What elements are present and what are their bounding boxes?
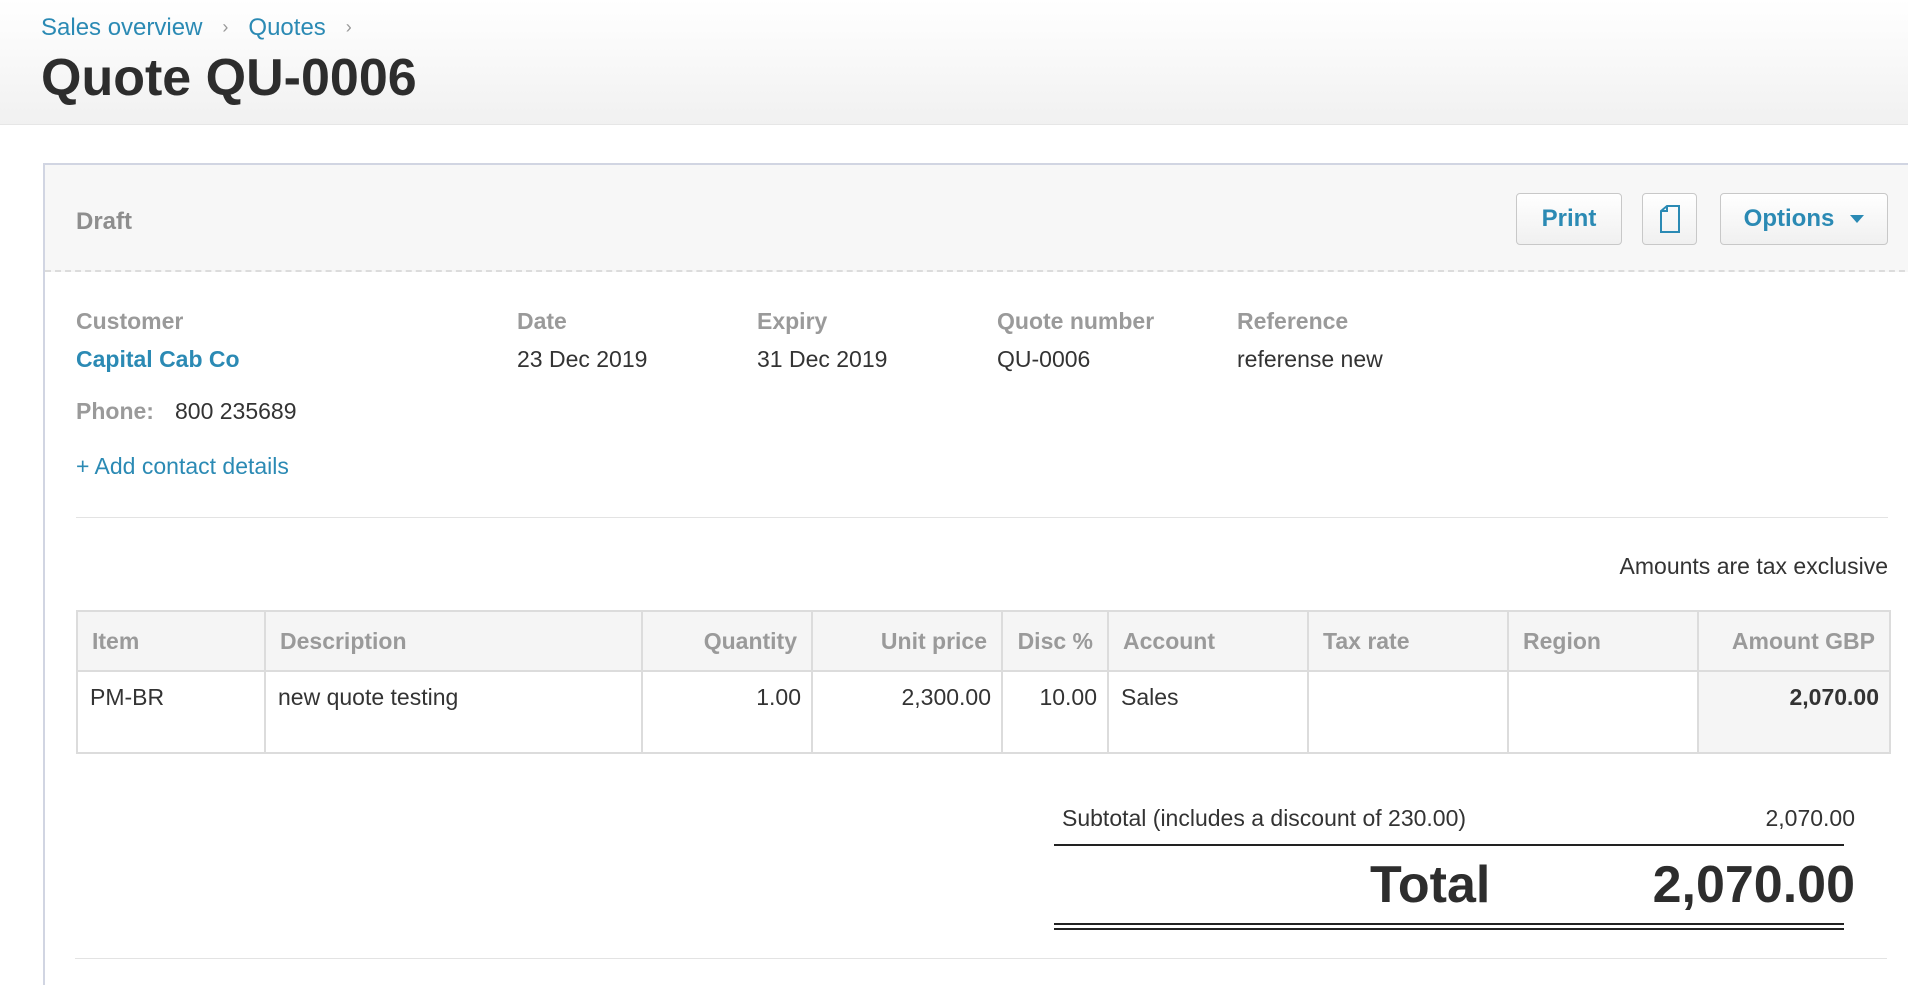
copy-button[interactable]	[1642, 193, 1697, 245]
col-header-disc[interactable]: Disc %	[1001, 610, 1109, 672]
total-double-rule-bottom	[1054, 928, 1844, 930]
options-button-label: Options	[1743, 205, 1835, 232]
cell-quantity[interactable]: 1.00	[641, 670, 813, 754]
add-contact-details-link[interactable]: + Add contact details	[76, 453, 289, 480]
caret-down-icon	[1850, 215, 1865, 223]
print-button[interactable]: Print	[1516, 193, 1622, 245]
cell-account[interactable]: Sales	[1107, 670, 1309, 754]
print-button-label: Print	[1541, 205, 1597, 232]
table-row[interactable]: PM-BR new quote testing 1.00 2,300.00 10…	[76, 670, 1891, 754]
quote-toolbar: Draft Print Options	[45, 165, 1908, 272]
bottom-divider	[75, 958, 1887, 959]
status-label: Draft	[76, 208, 133, 235]
col-header-description[interactable]: Description	[264, 610, 643, 672]
total-double-rule-top	[1054, 923, 1844, 925]
customer-name-link[interactable]: Capital Cab Co	[76, 346, 240, 373]
col-header-region[interactable]: Region	[1507, 610, 1699, 672]
chevron-right-icon: ›	[345, 16, 352, 37]
col-header-quantity[interactable]: Quantity	[641, 610, 813, 672]
customer-label: Customer	[76, 308, 184, 334]
cell-tax-rate[interactable]	[1307, 670, 1509, 754]
chevron-right-icon: ›	[222, 16, 229, 37]
phone-label: Phone:	[76, 398, 154, 424]
quote-number-value: QU-0006	[997, 346, 1091, 372]
total-label: Total	[1370, 856, 1491, 914]
total-divider	[1054, 844, 1844, 846]
copy-icon	[1659, 205, 1680, 233]
quote-panel: Draft Print Options Customer Capital Cab…	[43, 163, 1908, 985]
cell-amount: 2,070.00	[1697, 670, 1891, 754]
table-header-row: Item Description Quantity Unit price Dis…	[76, 610, 1891, 672]
cell-description[interactable]: new quote testing	[264, 670, 643, 754]
reference-label: Reference	[1237, 308, 1349, 334]
reference-value: referense new	[1237, 346, 1383, 372]
page-header: Sales overview › Quotes › Quote QU-0006	[0, 0, 1908, 125]
expiry-label: Expiry	[757, 308, 828, 334]
col-header-amount[interactable]: Amount GBP	[1697, 610, 1891, 672]
col-header-item[interactable]: Item	[76, 610, 266, 672]
cell-unit-price[interactable]: 2,300.00	[811, 670, 1003, 754]
options-button[interactable]: Options	[1720, 193, 1888, 245]
page-title: Quote QU-0006	[41, 49, 417, 107]
subtotal-label: Subtotal (includes a discount of 230.00)	[1062, 805, 1467, 831]
cell-item[interactable]: PM-BR	[76, 670, 266, 754]
breadcrumb-quotes[interactable]: Quotes	[248, 14, 325, 42]
quote-number-label: Quote number	[997, 308, 1155, 334]
col-header-unit-price[interactable]: Unit price	[811, 610, 1003, 672]
total-value: 2,070.00	[1652, 856, 1855, 914]
cell-region[interactable]	[1507, 670, 1699, 754]
breadcrumb: Sales overview › Quotes ›	[41, 14, 372, 42]
line-items-table: Item Description Quantity Unit price Dis…	[76, 610, 1891, 754]
divider	[76, 517, 1888, 518]
col-header-tax-rate[interactable]: Tax rate	[1307, 610, 1509, 672]
expiry-value: 31 Dec 2019	[757, 346, 888, 372]
date-label: Date	[517, 308, 567, 334]
date-value: 23 Dec 2019	[517, 346, 648, 372]
tax-mode-label: Amounts are tax exclusive	[1619, 553, 1888, 579]
breadcrumb-sales-overview[interactable]: Sales overview	[41, 14, 202, 42]
cell-disc[interactable]: 10.00	[1001, 670, 1109, 754]
col-header-account[interactable]: Account	[1107, 610, 1309, 672]
subtotal-value: 2,070.00	[1765, 805, 1855, 831]
phone-value: 800 235689	[175, 398, 297, 424]
